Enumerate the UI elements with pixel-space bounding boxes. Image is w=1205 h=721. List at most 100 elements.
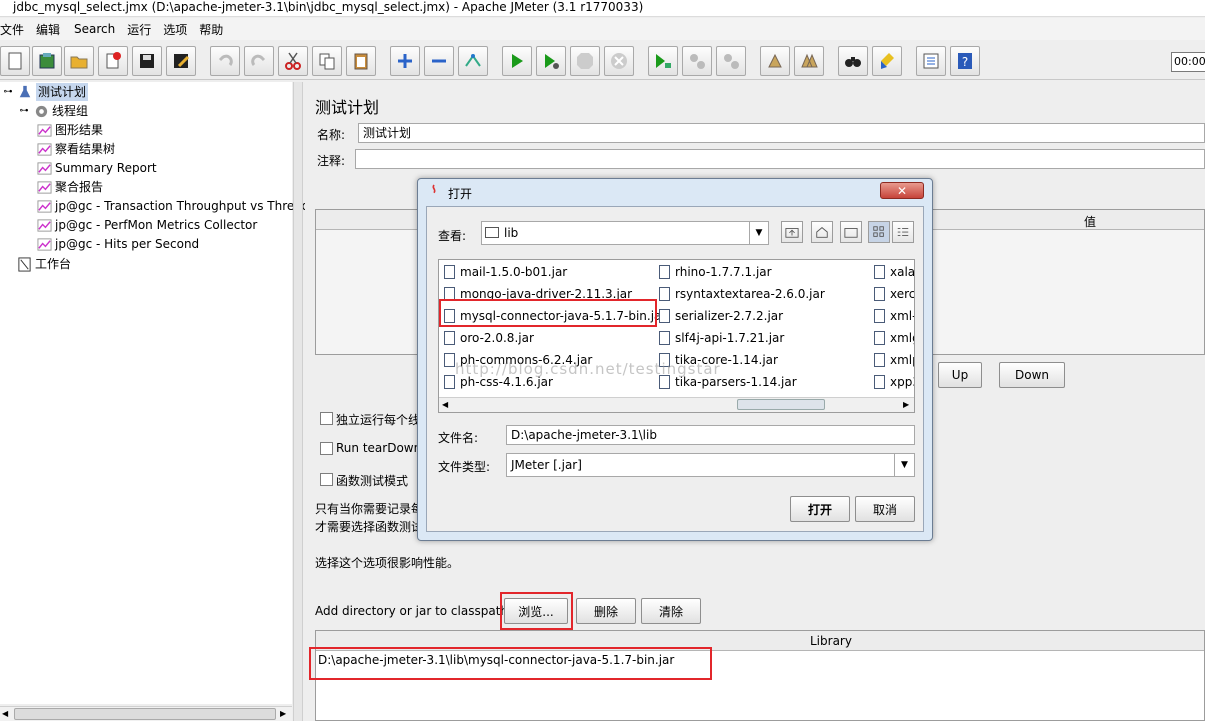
filetype-label: 文件类型: (438, 460, 491, 474)
scroll-thumb[interactable] (14, 708, 276, 720)
listener-graph-icon (36, 141, 52, 157)
menu-help[interactable]: 帮助 (199, 21, 230, 38)
file-item[interactable]: serializer-2.7.2.jar (659, 307, 783, 325)
file-icon (874, 287, 885, 301)
toggle-icon[interactable] (458, 46, 488, 76)
expand-icon[interactable] (390, 46, 420, 76)
dialog-close-button[interactable]: ✕ (880, 182, 924, 199)
name-field[interactable]: 测试计划 (358, 123, 1205, 143)
scroll-thumb[interactable] (737, 399, 825, 410)
scroll-right-arrow-icon[interactable]: ▶ (903, 400, 909, 409)
file-item[interactable]: rsyntaxtextarea-2.6.0.jar (659, 285, 825, 303)
save-icon[interactable] (132, 46, 162, 76)
menu-edit[interactable]: 编辑 (36, 21, 74, 38)
remote-start-icon[interactable] (648, 46, 678, 76)
tree-item-summary-report[interactable]: Summary Report (36, 159, 157, 177)
paste-icon[interactable] (346, 46, 376, 76)
tree-horizontal-scrollbar[interactable]: ◀ ▶ (0, 706, 292, 721)
close-file-icon[interactable] (98, 46, 128, 76)
split-pane-divider[interactable] (293, 82, 303, 721)
details-view-icon[interactable] (892, 221, 914, 243)
filename-field[interactable]: D:\apache-jmeter-3.1\lib (506, 425, 915, 445)
start-no-pause-icon[interactable] (536, 46, 566, 76)
clear-icon[interactable] (760, 46, 790, 76)
tree-toggle-icon[interactable]: ⊶ (2, 84, 14, 100)
new-folder-icon[interactable] (840, 221, 862, 243)
menu-run[interactable]: 运行 (127, 21, 163, 38)
open-icon[interactable] (64, 46, 94, 76)
delete-button[interactable]: 删除 (576, 598, 636, 624)
reset-search-icon[interactable] (872, 46, 902, 76)
save-as-icon[interactable] (166, 46, 196, 76)
menu-bar: 文件 编辑 Search 运行 选项 帮助 (0, 18, 1205, 40)
tree-item-thread-group[interactable]: ⊶ 线程组 (18, 102, 89, 120)
function-helper-icon[interactable] (916, 46, 946, 76)
file-list-scrollbar[interactable]: ◀ ▶ (439, 397, 914, 412)
up-button[interactable]: Up (938, 362, 982, 388)
comment-field[interactable] (355, 149, 1205, 169)
highlight-box-mysql-jar (439, 299, 657, 327)
stop-icon[interactable] (570, 46, 600, 76)
binoculars-icon[interactable] (838, 46, 868, 76)
tree-item-perfmon[interactable]: jp@gc - PerfMon Metrics Collector (36, 216, 257, 234)
file-item[interactable]: xml- (874, 307, 914, 325)
help-icon[interactable]: ? (950, 46, 980, 76)
lookin-combo[interactable]: lib (481, 221, 769, 245)
tree-item-workbench[interactable]: 工作台 (16, 255, 71, 273)
menu-options[interactable]: 选项 (163, 21, 199, 38)
start-icon[interactable] (502, 46, 532, 76)
tree-item-aggregate-report[interactable]: 聚合报告 (36, 178, 103, 196)
cut-icon[interactable] (278, 46, 308, 76)
file-item[interactable]: xerc (874, 285, 914, 303)
run-independently-checkbox[interactable] (320, 412, 333, 425)
open-button[interactable]: 打开 (790, 496, 850, 522)
file-item[interactable]: xpp3 (874, 373, 914, 391)
file-icon (659, 287, 670, 301)
tree-item-graph-results[interactable]: 图形结果 (36, 121, 103, 139)
home-icon[interactable] (811, 221, 833, 243)
up-folder-icon[interactable] (781, 221, 803, 243)
tree-item-test-plan[interactable]: ⊶ 测试计划 (2, 83, 89, 101)
clear-button[interactable]: 清除 (641, 598, 701, 624)
clear-all-icon[interactable] (794, 46, 824, 76)
scroll-left-arrow-icon[interactable]: ◀ (2, 709, 12, 719)
file-item[interactable]: xmlg (874, 329, 914, 347)
copy-icon[interactable] (312, 46, 342, 76)
file-item[interactable]: mail-1.5.0-b01.jar (444, 263, 567, 281)
functional-mode-checkbox[interactable] (320, 473, 333, 486)
menu-file[interactable]: 文件 (0, 21, 36, 38)
page-title: 测试计划 (315, 98, 380, 117)
file-item[interactable]: slf4j-api-1.7.21.jar (659, 329, 784, 347)
collapse-icon[interactable] (424, 46, 454, 76)
redo-icon[interactable] (244, 46, 274, 76)
tree-toggle-icon[interactable]: ⊶ (18, 103, 30, 119)
file-item[interactable]: xala (874, 263, 915, 281)
remote-stop-icon[interactable] (682, 46, 712, 76)
undo-icon[interactable] (210, 46, 240, 76)
tree-item-hits-per-second[interactable]: jp@gc - Hits per Second (36, 235, 199, 253)
test-plan-tree[interactable]: ⊶ 测试计划 ⊶ 线程组 图形结果 察看结果树 Summary Report 聚… (0, 82, 315, 704)
scroll-left-arrow-icon[interactable]: ◀ (442, 400, 448, 409)
cancel-button[interactable]: 取消 (855, 496, 915, 522)
scroll-right-arrow-icon[interactable]: ▶ (280, 709, 290, 719)
chevron-down-icon[interactable]: ▼ (894, 454, 914, 476)
menu-search[interactable]: Search (74, 22, 127, 36)
file-list[interactable]: mail-1.5.0-b01.jar mongo-java-driver-2.1… (438, 259, 915, 413)
file-item[interactable]: xmlp (874, 351, 914, 369)
file-name: xala (890, 265, 915, 279)
new-icon[interactable] (0, 46, 30, 76)
tree-item-label: 图形结果 (55, 123, 104, 137)
file-item[interactable]: oro-2.0.8.jar (444, 329, 534, 347)
down-button[interactable]: Down (999, 362, 1065, 388)
list-view-icon[interactable] (868, 221, 890, 243)
templates-icon[interactable] (32, 46, 62, 76)
shutdown-icon[interactable] (604, 46, 634, 76)
chevron-down-icon[interactable]: ▼ (749, 222, 768, 244)
remote-shutdown-icon[interactable] (716, 46, 746, 76)
tree-item-transaction-throughput[interactable]: jp@gc - Transaction Throughput vs Thread… (36, 197, 315, 215)
tree-item-view-results-tree[interactable]: 察看结果树 (36, 140, 115, 158)
filetype-combo[interactable]: JMeter [.jar] (506, 453, 915, 477)
run-teardown-checkbox[interactable] (320, 442, 333, 455)
file-item[interactable]: rhino-1.7.7.1.jar (659, 263, 772, 281)
tree-item-label: jp@gc - Hits per Second (55, 237, 200, 251)
